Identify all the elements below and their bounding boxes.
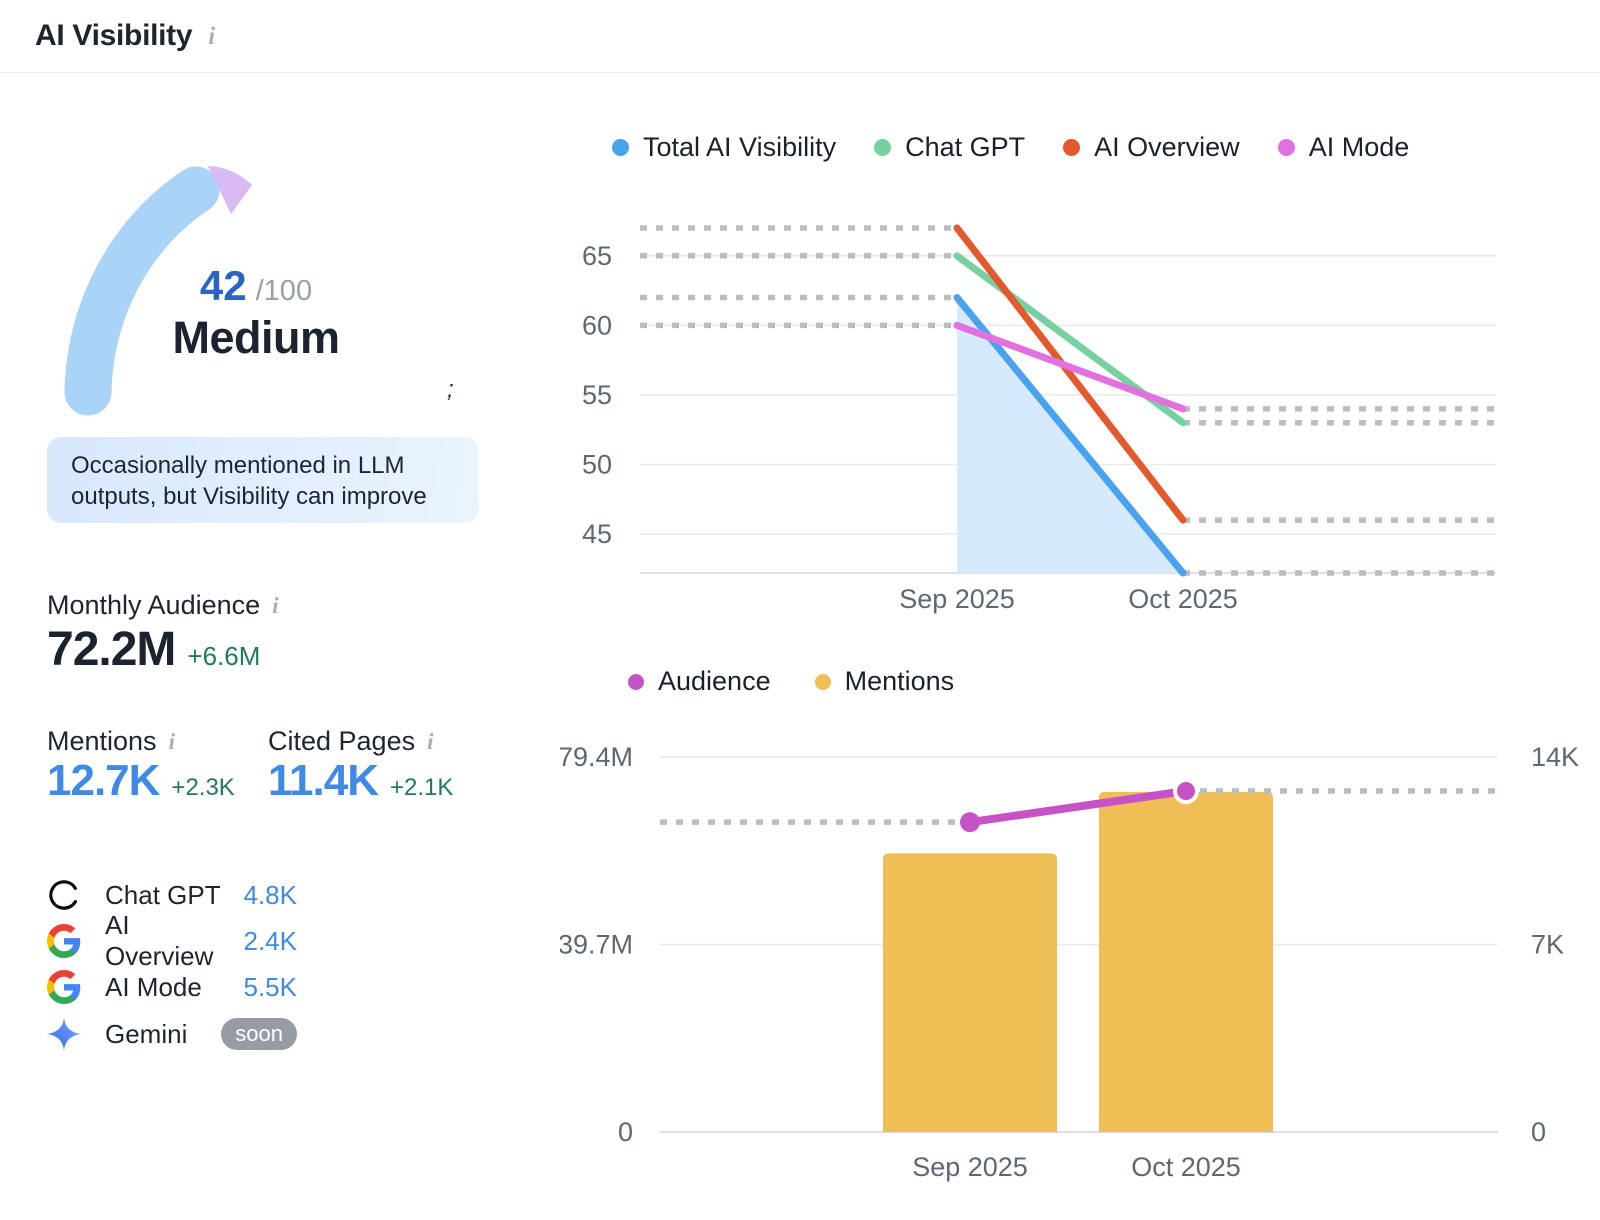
monthly-audience-label: Monthly Audience i xyxy=(47,590,279,621)
left-axis-tick-label: 0 xyxy=(618,1117,633,1147)
mentions-delta: +2.3K xyxy=(171,774,234,802)
legend-item-total-ai-visibility[interactable]: Total AI Visibility xyxy=(612,132,836,163)
mentions-label: Mentions i xyxy=(47,726,175,757)
x-axis-label: Sep 2025 xyxy=(912,1152,1028,1182)
mentions-value: 12.7K xyxy=(47,756,159,806)
gemini-icon xyxy=(47,1017,81,1051)
info-icon[interactable]: i xyxy=(427,730,433,753)
platform-row-gemini[interactable]: Gemini soon xyxy=(47,1014,297,1054)
google-icon xyxy=(47,970,81,1004)
left-axis-tick-label: 39.7M xyxy=(560,930,633,960)
stray-glyph: ; xyxy=(447,376,454,404)
cited-pages-label: Cited Pages i xyxy=(268,726,433,757)
visibility-trend-chart[interactable]: 45 50 55 60 65 Sep 2025 Oct 2025 xyxy=(560,195,1550,635)
right-axis-tick-label: 14K xyxy=(1531,742,1579,772)
info-icon[interactable]: i xyxy=(272,594,278,617)
google-icon xyxy=(47,924,81,958)
left-axis-tick-label: 79.4M xyxy=(560,742,633,772)
x-axis-label: Sep 2025 xyxy=(899,584,1015,614)
right-axis-tick-label: 0 xyxy=(1531,1117,1546,1147)
cited-pages-value-row: 11.4K +2.1K xyxy=(268,756,453,806)
y-axis-tick-label: 65 xyxy=(582,241,612,271)
score-block: 42 /100 Medium xyxy=(118,262,394,364)
legend-item-chat-gpt[interactable]: Chat GPT xyxy=(874,132,1025,163)
info-icon[interactable]: i xyxy=(208,24,215,49)
platform-row-ai-overview[interactable]: AI Overview 2.4K xyxy=(47,921,297,961)
monthly-audience-value-row: 72.2M +6.6M xyxy=(47,622,260,677)
legend-dot-icon xyxy=(1278,139,1295,156)
legend-item-ai-overview[interactable]: AI Overview xyxy=(1063,132,1240,163)
monthly-audience-delta: +6.6M xyxy=(187,641,260,672)
score-summary-box: Occasionally mentioned in LLM outputs, b… xyxy=(47,437,479,523)
legend-item-ai-mode[interactable]: AI Mode xyxy=(1278,132,1410,163)
platform-row-ai-mode[interactable]: AI Mode 5.5K xyxy=(47,967,297,1007)
mentions-value-row: 12.7K +2.3K xyxy=(47,756,235,806)
legend-dot-icon xyxy=(612,139,629,156)
soon-badge: soon xyxy=(221,1018,297,1050)
y-axis-tick-label: 45 xyxy=(582,519,612,549)
y-axis-tick-label: 60 xyxy=(582,310,612,340)
header: AI Visibility i xyxy=(0,0,1600,73)
score-rating-label: Medium xyxy=(118,312,394,364)
x-axis-label: Oct 2025 xyxy=(1131,1152,1241,1182)
y-axis-tick-label: 50 xyxy=(582,449,612,479)
monthly-audience-value: 72.2M xyxy=(47,622,175,677)
score-max: /100 xyxy=(256,275,312,308)
right-axis-tick-label: 7K xyxy=(1531,930,1564,960)
page-title: AI Visibility xyxy=(35,19,192,53)
audience-point-oct[interactable] xyxy=(1175,780,1197,802)
audience-mentions-chart[interactable]: 79.4M 14K 39.7M 7K 0 0 Sep 2025 Oct 2025 xyxy=(560,660,1600,1210)
x-axis-label: Oct 2025 xyxy=(1128,584,1238,614)
ai-visibility-page: AI Visibility i 42 /100 Medium ; Occasio… xyxy=(0,0,1600,1220)
audience-point-sep[interactable] xyxy=(960,812,980,832)
y-axis-tick-label: 55 xyxy=(582,380,612,410)
score-value: 42 xyxy=(200,262,247,310)
mentions-bar[interactable] xyxy=(1099,792,1273,1132)
legend-dot-icon xyxy=(1063,139,1080,156)
legend-dot-icon xyxy=(874,139,891,156)
info-icon[interactable]: i xyxy=(169,730,175,753)
trend-chart-legend: Total AI Visibility Chat GPT AI Overview… xyxy=(612,132,1409,163)
openai-icon xyxy=(47,878,81,912)
platform-row-chatgpt[interactable]: Chat GPT 4.8K xyxy=(47,875,297,915)
cited-pages-value: 11.4K xyxy=(268,756,378,806)
cited-pages-delta: +2.1K xyxy=(390,774,453,802)
mentions-bar[interactable] xyxy=(883,853,1057,1132)
